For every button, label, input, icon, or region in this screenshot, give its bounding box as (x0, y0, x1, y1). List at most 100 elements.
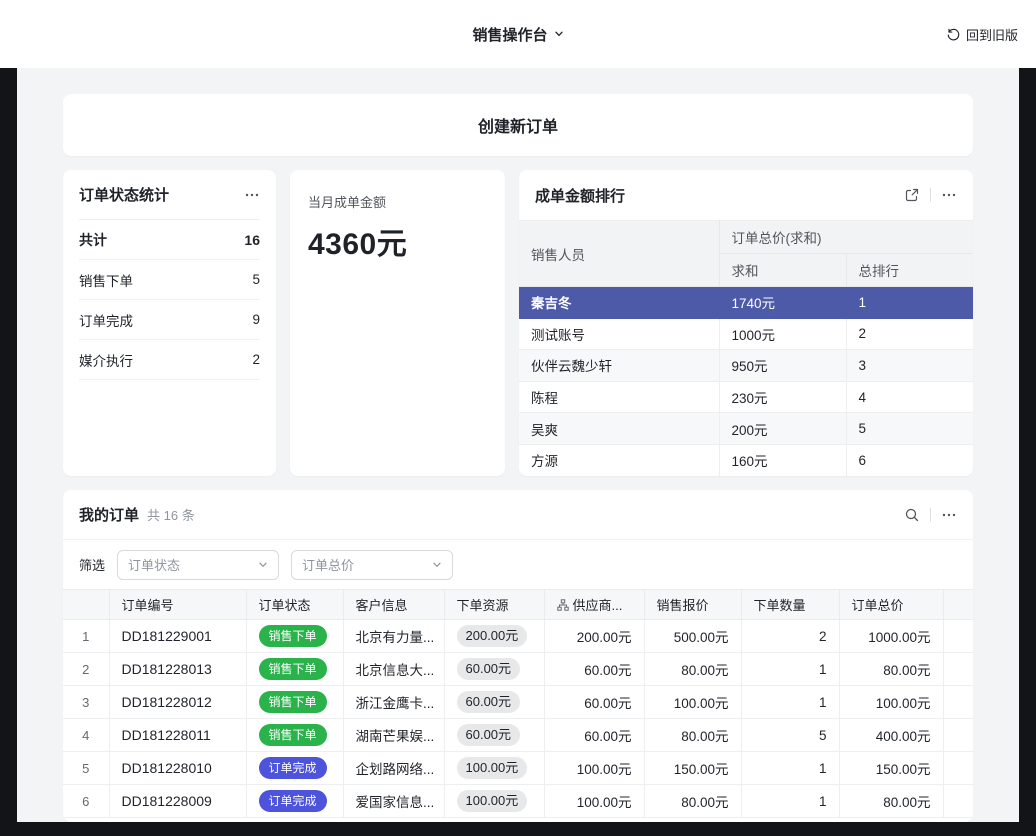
stat-value: 2 (252, 352, 260, 367)
rank-value: 4 (846, 381, 973, 413)
qty-cell: 1 (741, 752, 839, 785)
status-badge: 销售下单 (259, 691, 327, 713)
total-cell: 80.00元 (839, 653, 943, 686)
qty-cell: 1 (741, 653, 839, 686)
salesperson-name: 秦吉冬 (519, 287, 719, 319)
resource-cell: 60.00元 (444, 686, 544, 719)
column-header-order-total-group[interactable]: 订单总价(求和) (719, 221, 973, 254)
row-index: 4 (63, 719, 109, 752)
quote-cell: 100.00元 (644, 686, 741, 719)
order-row[interactable]: 4 DD181228011 销售下单 湖南芒果娱... 60.00元 60.00… (63, 719, 973, 752)
order-no-cell: DD181228009 (109, 785, 246, 818)
ranking-table: 销售人员 订单总价(求和) 求和 总排行 秦吉冬 1740元 1 (519, 220, 973, 476)
salesperson-name: 测试账号 (519, 318, 719, 350)
deal-ranking-card: 成单金额排行 销售人员 订单总价(求和) (519, 170, 973, 476)
status-cell: 销售下单 (246, 686, 343, 719)
row-index: 5 (63, 752, 109, 785)
order-row[interactable]: 3 DD181228012 销售下单 浙江金鹰卡... 60.00元 60.00… (63, 686, 973, 719)
order-status-filter-select[interactable]: 订单状态 (117, 550, 279, 580)
ranking-row[interactable]: 秦吉冬 1740元 1 (519, 287, 973, 319)
column-header-sum[interactable]: 求和 (719, 254, 846, 287)
order-row[interactable]: 5 DD181228010 订单完成 企划路网络... 100.00元 100.… (63, 752, 973, 785)
quote-cell: 150.00元 (644, 752, 741, 785)
orders-card-header: 我的订单 共 16 条 (63, 490, 973, 540)
sum-value: 1740元 (719, 287, 846, 319)
supplier-cell: 60.00元 (544, 719, 644, 752)
quote-cell: 80.00元 (644, 785, 741, 818)
restore-icon (946, 27, 961, 42)
column-header-qty[interactable]: 下单数量 (741, 590, 839, 620)
order-no-cell: DD181228010 (109, 752, 246, 785)
row-index: 3 (63, 686, 109, 719)
filler-cell (943, 653, 973, 686)
stats-row: 订单状态统计 共计 16 销售下单 5 订单完成 9 (63, 170, 973, 476)
column-header-resource[interactable]: 下单资源 (444, 590, 544, 620)
ranking-row[interactable]: 吴爽 200元 5 (519, 413, 973, 445)
search-icon[interactable] (904, 507, 920, 523)
create-order-button[interactable]: 创建新订单 (63, 94, 973, 156)
resource-cell: 100.00元 (444, 752, 544, 785)
status-cell: 销售下单 (246, 719, 343, 752)
more-menu-icon[interactable] (941, 187, 957, 203)
monthly-amount-label: 当月成单金额 (308, 192, 487, 211)
stat-row-order-complete[interactable]: 订单完成 9 (79, 300, 260, 340)
column-header-total[interactable]: 订单总价 (839, 590, 943, 620)
order-row[interactable]: 1 DD181229001 销售下单 北京有力量... 200.00元 200.… (63, 620, 973, 653)
qty-cell: 1 (741, 785, 839, 818)
column-header-order-no[interactable]: 订单编号 (109, 590, 246, 620)
back-to-old-version-link[interactable]: 回到旧版 (946, 0, 1018, 68)
status-badge: 销售下单 (259, 658, 327, 680)
status-cell: 销售下单 (246, 653, 343, 686)
orders-count: 共 16 条 (147, 505, 195, 524)
qty-cell: 1 (741, 686, 839, 719)
status-card-header: 订单状态统计 (79, 170, 260, 220)
stat-row-sales-order[interactable]: 销售下单 5 (79, 260, 260, 300)
resource-badge: 200.00元 (457, 625, 528, 647)
resource-badge: 60.00元 (457, 691, 521, 713)
more-menu-icon[interactable] (941, 507, 957, 523)
customer-cell: 湖南芒果娱... (343, 719, 444, 752)
divider (930, 188, 931, 202)
monthly-amount-card: 当月成单金额 4360元 (290, 170, 505, 476)
customer-cell: 浙江金鹰卡... (343, 686, 444, 719)
status-badge: 销售下单 (259, 625, 327, 647)
workspace-switcher[interactable]: 销售操作台 (472, 24, 563, 45)
supplier-cell: 100.00元 (544, 785, 644, 818)
column-header-status[interactable]: 订单状态 (246, 590, 343, 620)
salesperson-name: 吴爽 (519, 413, 719, 445)
stat-value: 16 (244, 232, 260, 248)
supplier-cell: 60.00元 (544, 686, 644, 719)
order-total-filter-select[interactable]: 订单总价 (291, 550, 453, 580)
ranking-row[interactable]: 测试账号 1000元 2 (519, 318, 973, 350)
total-cell: 150.00元 (839, 752, 943, 785)
stat-row-total[interactable]: 共计 16 (79, 220, 260, 260)
ranking-card-header: 成单金额排行 (519, 170, 973, 220)
order-no-cell: DD181229001 (109, 620, 246, 653)
ranking-row[interactable]: 方源 160元 6 (519, 444, 973, 476)
export-icon[interactable] (904, 187, 920, 203)
order-row[interactable]: 6 DD181228009 订单完成 爱国家信息... 100.00元 100.… (63, 785, 973, 818)
column-header-supplier[interactable]: 供应商... (544, 590, 644, 620)
supplier-cell: 60.00元 (544, 653, 644, 686)
stat-row-media-exec[interactable]: 媒介执行 2 (79, 340, 260, 380)
orders-table: 订单编号 订单状态 客户信息 下单资源 供应商... 销售报价 下单数量 (63, 589, 973, 818)
resource-badge: 100.00元 (457, 790, 528, 812)
status-cell: 销售下单 (246, 620, 343, 653)
back-to-old-version-label: 回到旧版 (966, 25, 1018, 44)
monthly-amount-value: 4360元 (308, 219, 487, 263)
ranking-row[interactable]: 陈程 230元 4 (519, 381, 973, 413)
column-header-customer[interactable]: 客户信息 (343, 590, 444, 620)
column-header-index (63, 590, 109, 620)
resource-cell: 100.00元 (444, 785, 544, 818)
order-row[interactable]: 2 DD181228013 销售下单 北京信息大... 60.00元 60.00… (63, 653, 973, 686)
column-header-quote[interactable]: 销售报价 (644, 590, 741, 620)
column-header-salesperson[interactable]: 销售人员 (519, 221, 719, 287)
chevron-down-icon (554, 29, 564, 39)
create-order-label: 创建新订单 (478, 113, 558, 137)
total-cell: 400.00元 (839, 719, 943, 752)
ranking-row[interactable]: 伙伴云魏少轩 950元 3 (519, 350, 973, 382)
order-status-stats-card: 订单状态统计 共计 16 销售下单 5 订单完成 9 (63, 170, 276, 476)
rank-value: 5 (846, 413, 973, 445)
more-menu-icon[interactable] (244, 187, 260, 203)
column-header-rank[interactable]: 总排行 (846, 254, 973, 287)
